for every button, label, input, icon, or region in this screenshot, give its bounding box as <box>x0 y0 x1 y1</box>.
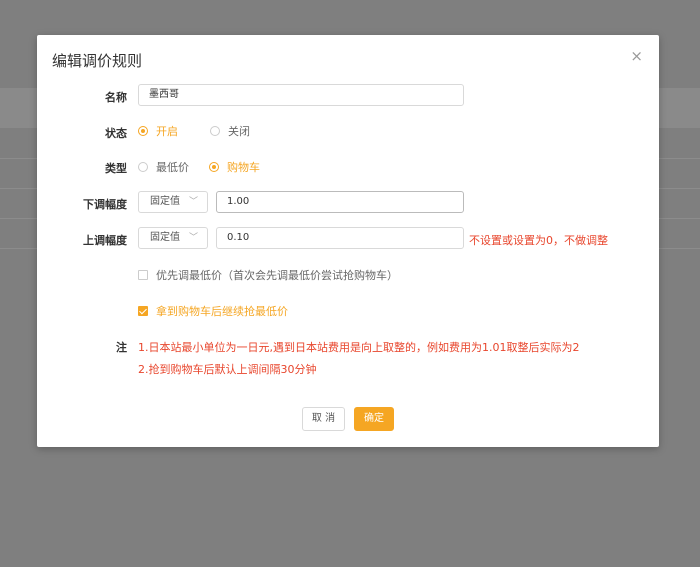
down-range-type-value: 固定值 <box>150 196 180 207</box>
priority-lowest-label: 优先调最低价（首次会先调最低价尝试抢购物车） <box>156 269 398 282</box>
checkbox-checked-icon <box>138 306 148 316</box>
chevron-down-icon: ﹀ <box>188 233 198 243</box>
type-radio-cart[interactable]: 购物车 <box>209 159 260 175</box>
status-radio-off[interactable]: 关闭 <box>210 123 250 139</box>
continue-lowest-label: 拿到购物车后继续抢最低价 <box>156 305 288 318</box>
radio-unselected-icon <box>210 126 220 136</box>
status-option-off: 关闭 <box>228 125 250 138</box>
status-radio-group: 开启 关闭 <box>138 123 270 139</box>
radio-selected-icon <box>209 162 219 172</box>
cancel-button[interactable]: 取 消 <box>302 407 345 431</box>
status-option-on: 开启 <box>156 125 178 138</box>
up-range-input[interactable]: 0.10 <box>216 227 464 249</box>
status-label: 状态 <box>105 127 127 140</box>
down-range-type-select[interactable]: 固定值 ﹀ <box>138 191 208 213</box>
dialog-title: 编辑调价规则 <box>52 52 143 70</box>
chevron-down-icon: ﹀ <box>188 197 198 207</box>
radio-selected-icon <box>138 126 148 136</box>
down-range-input[interactable]: 1.00 <box>216 191 464 213</box>
note-line-2: 2.抢到购物车后默认上调间隔30分钟 <box>138 363 317 376</box>
priority-lowest-checkbox[interactable]: 优先调最低价（首次会先调最低价尝试抢购物车） <box>138 267 398 283</box>
type-option-cart: 购物车 <box>227 161 260 174</box>
up-range-type-value: 固定值 <box>150 232 180 243</box>
type-label: 类型 <box>105 162 127 175</box>
note-label: 注 <box>116 341 127 354</box>
type-radio-lowest[interactable]: 最低价 <box>138 159 189 175</box>
type-option-lowest: 最低价 <box>156 161 189 174</box>
radio-unselected-icon <box>138 162 148 172</box>
type-radio-group: 最低价 购物车 <box>138 159 280 175</box>
note-line-1: 1.日本站最小单位为一日元,遇到日本站费用是向上取整的，例如费用为1.01取整后… <box>138 341 580 354</box>
status-radio-on[interactable]: 开启 <box>138 123 178 139</box>
name-label: 名称 <box>105 91 127 104</box>
continue-lowest-checkbox[interactable]: 拿到购物车后继续抢最低价 <box>138 303 288 319</box>
confirm-button[interactable]: 确定 <box>354 407 394 431</box>
checkbox-unchecked-icon <box>138 270 148 280</box>
edit-pricing-rule-dialog: 编辑调价规则 × 名称 墨西哥 状态 开启 关闭 类型 最低价 购物车 下调幅度… <box>37 35 659 447</box>
down-range-label: 下调幅度 <box>83 198 127 211</box>
up-range-label: 上调幅度 <box>83 234 127 247</box>
up-range-hint: 不设置或设置为0，不做调整 <box>469 234 608 247</box>
up-range-type-select[interactable]: 固定值 ﹀ <box>138 227 208 249</box>
close-icon[interactable]: × <box>630 48 643 64</box>
name-input[interactable]: 墨西哥 <box>138 84 464 106</box>
